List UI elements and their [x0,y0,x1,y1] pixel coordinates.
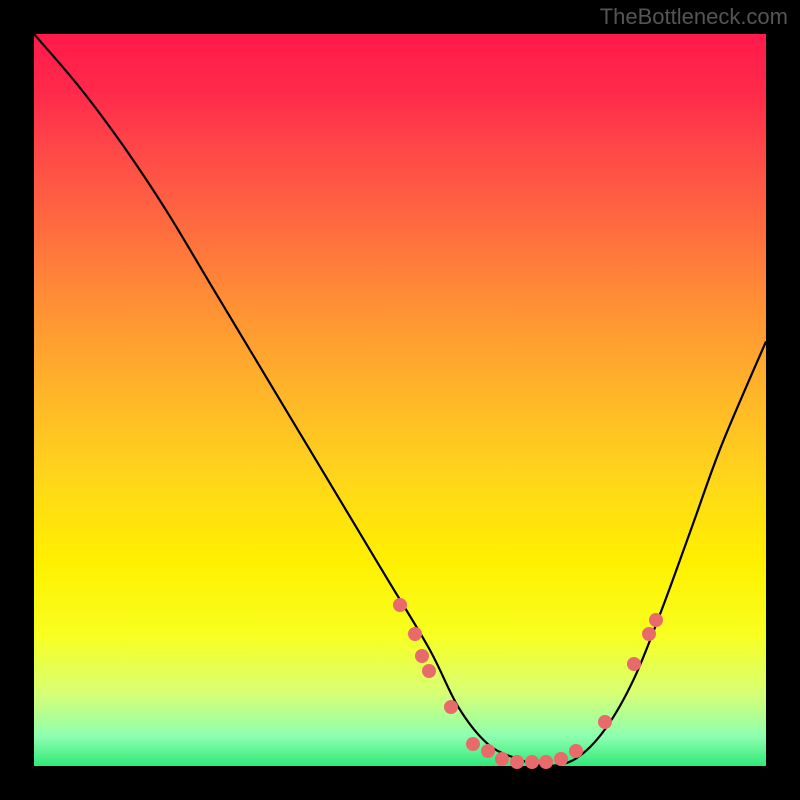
curve-svg [34,34,766,766]
data-point [539,755,553,769]
plot-area [34,34,766,766]
data-point [415,649,429,663]
data-point [642,627,656,641]
data-point [569,744,583,758]
data-point [510,755,524,769]
data-point [481,744,495,758]
data-point [408,627,422,641]
data-point [525,755,539,769]
data-point [393,598,407,612]
data-point [554,752,568,766]
data-point [422,664,436,678]
data-point [466,737,480,751]
data-point [444,700,458,714]
data-point [495,752,509,766]
data-point [627,657,641,671]
watermark-text: TheBottleneck.com [600,4,788,30]
data-point [649,613,663,627]
bottleneck-curve [34,34,766,766]
data-point [598,715,612,729]
